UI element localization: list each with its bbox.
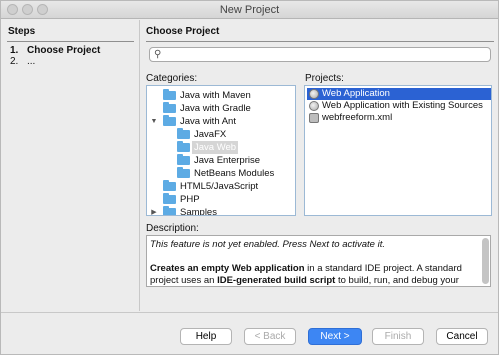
category-label: Java Web [192, 141, 239, 154]
category-label: HTML5/JavaScript [180, 181, 259, 192]
category-label: Java with Maven [180, 90, 251, 101]
folder-icon [163, 206, 176, 215]
back-button[interactable]: < Back [244, 328, 296, 345]
choose-project-panel: Choose Project ⚲ Categories: Projects: J… [146, 20, 494, 311]
finish-button[interactable]: Finish [372, 328, 424, 345]
projects-list[interactable]: Web Application Web Application with Exi… [304, 85, 492, 216]
category-label: Java with Ant [180, 116, 236, 127]
help-button[interactable]: Help [180, 328, 232, 345]
step-number: 2. [10, 56, 19, 67]
steps-heading: Steps [8, 26, 36, 37]
categories-tree[interactable]: Java with Maven Java with Gradle ▼ Java … [146, 85, 296, 216]
gear-icon [309, 113, 319, 123]
folder-icon [163, 193, 176, 204]
button-bar-divider [1, 312, 498, 313]
expand-down-icon[interactable]: ▼ [149, 115, 159, 128]
category-label: PHP [180, 194, 200, 205]
category-label: JavaFX [194, 129, 227, 140]
step-number: 1. [10, 45, 19, 56]
description-bold-2: IDE-generated build script [217, 275, 336, 286]
step-item-2: 2.... [10, 56, 35, 67]
project-item-web-application[interactable]: Web Application [307, 88, 491, 100]
category-item-java-with-ant[interactable]: ▼ Java with Ant [149, 115, 294, 128]
category-item-javafx[interactable]: JavaFX [149, 128, 294, 141]
steps-divider [7, 41, 134, 42]
categories-label: Categories: [146, 73, 198, 84]
step-item-1: 1. Choose Project [10, 45, 100, 56]
search-input[interactable] [166, 49, 486, 60]
folder-icon [177, 167, 190, 178]
category-item-java-with-gradle[interactable]: Java with Gradle [149, 102, 294, 115]
globe-icon [309, 101, 319, 111]
folder-icon [163, 180, 176, 191]
category-label: Java Enterprise [194, 155, 261, 166]
search-field[interactable]: ⚲ [149, 47, 491, 62]
new-project-dialog: New Project Steps 1. Choose Project 2....… [0, 0, 499, 355]
step-label: Choose Project [27, 45, 101, 56]
description-bold-1: Creates an empty Web application [150, 263, 305, 274]
project-label: webfreeform.xml [322, 112, 393, 123]
next-button[interactable]: Next > [308, 328, 362, 345]
category-item-java-web[interactable]: Java Web [149, 141, 294, 154]
folder-icon [163, 89, 176, 100]
category-item-netbeans-modules[interactable]: NetBeans Modules [149, 167, 294, 180]
folder-icon [177, 128, 190, 139]
category-item-samples[interactable]: ▶ Samples [149, 206, 294, 216]
cancel-button[interactable]: Cancel [436, 328, 488, 345]
projects-label: Projects: [305, 73, 344, 84]
category-label: NetBeans Modules [194, 168, 275, 179]
panel-divider [146, 41, 494, 42]
description-label: Description: [146, 223, 199, 234]
category-item-php[interactable]: PHP [149, 193, 294, 206]
description-text: This feature is not yet enabled. Press N… [150, 239, 480, 286]
window-title: New Project [219, 4, 280, 16]
category-item-html5-javascript[interactable]: HTML5/JavaScript [149, 180, 294, 193]
category-label: Java with Gradle [180, 103, 251, 114]
steps-panel: Steps 1. Choose Project 2.... [1, 20, 140, 311]
category-item-java-with-maven[interactable]: Java with Maven [149, 89, 294, 102]
project-label: Web Application [322, 88, 390, 99]
search-icon: ⚲ [154, 49, 162, 60]
globe-icon [309, 89, 319, 99]
folder-icon [163, 102, 176, 113]
description-box: This feature is not yet enabled. Press N… [146, 235, 491, 287]
folder-icon [177, 141, 190, 152]
step-label: ... [27, 56, 36, 67]
category-label: Samples [180, 207, 217, 216]
title-bar: New Project [1, 1, 498, 19]
category-item-java-enterprise[interactable]: Java Enterprise [149, 154, 294, 167]
panel-heading: Choose Project [146, 26, 220, 37]
description-text-2: to build, run, and debug your [335, 275, 459, 286]
folder-icon [163, 115, 176, 126]
folder-icon [177, 154, 190, 165]
project-label: Web Application with Existing Sources [322, 100, 483, 111]
description-notice: This feature is not yet enabled. Press N… [150, 239, 385, 250]
expand-right-icon[interactable]: ▶ [149, 206, 159, 215]
description-scrollbar[interactable] [482, 238, 489, 284]
